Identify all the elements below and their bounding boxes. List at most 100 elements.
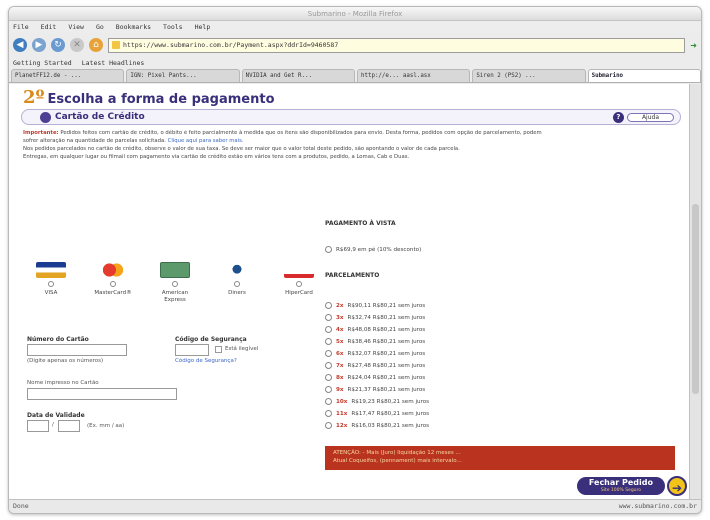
installment-option[interactable]: 3x R$32,74 R$80,21 sem juros: [325, 314, 425, 321]
lock-icon: [112, 41, 120, 49]
installment-count: 8x: [336, 374, 344, 381]
menu-bar: File Edit View Go Bookmarks Tools Help: [9, 21, 701, 33]
installment-option[interactable]: 4x R$48,08 R$80,21 sem juros: [325, 326, 425, 333]
card-option-visa[interactable]: VISA: [31, 262, 71, 304]
single-payment-text: R$69,9 em pé (10% desconto): [336, 246, 422, 253]
security-code-label: Código de Segurança: [175, 336, 247, 343]
installment-text: R$48,08 R$80,21 sem juros: [347, 326, 426, 333]
card-name-input[interactable]: [27, 388, 177, 400]
close-order-button[interactable]: Fechar Pedido Site 100% Seguro ➔: [576, 476, 687, 496]
security-code-link[interactable]: Código de Segurança?: [175, 358, 237, 364]
single-payment-option[interactable]: R$69,9 em pé (10% desconto): [325, 246, 421, 253]
expiry-label: Data de Validade: [27, 412, 85, 419]
installment-option[interactable]: 9x R$21,37 R$80,21 sem juros: [325, 386, 425, 393]
radio-visa[interactable]: [48, 281, 54, 287]
go-icon[interactable]: ➜: [690, 41, 697, 50]
expiry-hint: (Ex. mm / aa): [87, 423, 125, 429]
status-domain: www.submarino.com.br: [618, 502, 697, 510]
tab-asx[interactable]: http://e... aasl.asx: [356, 69, 471, 82]
card-option-amex[interactable]: American Express: [155, 262, 195, 304]
notes-line3: Nos pedidos parcelados no cartão de créd…: [23, 146, 460, 152]
notes-line1: Pedidos feitos com cartão de crédito, o …: [60, 130, 542, 136]
menu-bookmarks[interactable]: Bookmarks: [116, 21, 151, 33]
help-button[interactable]: ? Ajuda: [612, 112, 674, 123]
status-text: Done: [13, 502, 29, 510]
bookmark-getting-started[interactable]: Getting Started: [13, 57, 72, 69]
tab-nvidia[interactable]: NVIDIA and Get R...: [241, 69, 355, 82]
installment-count: 5x: [336, 338, 344, 345]
installment-option[interactable]: 12x R$16,03 R$80,21 sem juros: [325, 422, 429, 429]
single-payment-heading: PAGAMENTO À VISTA: [325, 220, 396, 227]
menu-tools[interactable]: Tools: [163, 21, 183, 33]
installment-radio[interactable]: [325, 350, 332, 357]
menu-edit[interactable]: Edit: [41, 21, 57, 33]
radio-mastercard[interactable]: [110, 281, 116, 287]
unreadable-checkbox[interactable]: [215, 346, 222, 353]
home-icon[interactable]: ⌂: [89, 38, 103, 52]
installment-text: R$90,11 R$80,21 sem juros: [347, 302, 426, 309]
card-option-hipercard[interactable]: HiperCard: [279, 262, 319, 304]
installment-text: R$17,47 R$80,21 sem juros: [351, 410, 430, 417]
installment-option[interactable]: 2x R$90,11 R$80,21 sem juros: [325, 302, 425, 309]
expiry-separator: /: [52, 422, 54, 428]
mastercard-logo-icon: [98, 262, 128, 278]
installment-count: 2x: [336, 302, 344, 309]
installment-count: 12x: [336, 422, 348, 429]
installment-radio[interactable]: [325, 302, 332, 309]
installment-option[interactable]: 6x R$32,07 R$80,21 sem juros: [325, 350, 425, 357]
diners-logo-icon: [222, 262, 252, 278]
installment-option[interactable]: 7x R$27,48 R$80,21 sem juros: [325, 362, 425, 369]
expiry-year-input[interactable]: [58, 420, 80, 432]
question-icon: ?: [612, 112, 624, 123]
reload-icon[interactable]: ↻: [51, 38, 65, 52]
installment-radio[interactable]: [325, 338, 332, 345]
bookmarks-bar: Getting Started Latest Headlines: [9, 57, 701, 69]
back-icon[interactable]: ◀: [13, 38, 27, 52]
installment-option[interactable]: 10x R$19,23 R$80,21 sem juros: [325, 398, 429, 405]
card-number-hint: (Digite apenas os números): [27, 358, 104, 364]
scrollbar-thumb[interactable]: [692, 204, 699, 394]
installment-count: 4x: [336, 326, 344, 333]
card-option-diners[interactable]: Diners: [217, 262, 257, 304]
tab-submarino[interactable]: Submarino: [587, 69, 701, 82]
card-number-label: Número do Cartão: [27, 336, 89, 343]
menu-view[interactable]: View: [68, 21, 84, 33]
installment-radio[interactable]: [325, 326, 332, 333]
installment-radio[interactable]: [325, 422, 332, 429]
installment-radio[interactable]: [325, 362, 332, 369]
menu-file[interactable]: File: [13, 21, 29, 33]
menu-go[interactable]: Go: [96, 21, 104, 33]
page-scrollbar[interactable]: [689, 84, 701, 499]
radio-amex[interactable]: [172, 281, 178, 287]
installment-radio[interactable]: [325, 398, 332, 405]
installment-radio[interactable]: [325, 314, 332, 321]
notes-line2: sofrer alteração na quantidade de parcel…: [23, 138, 166, 144]
browser-window: Submarino - Mozilla Firefox File Edit Vi…: [8, 6, 702, 514]
tab-siren[interactable]: Siren 2 (PS2) ...: [472, 69, 586, 82]
tab-ign[interactable]: IGN: Pixel Pants...: [126, 69, 240, 82]
radio-hipercard[interactable]: [296, 281, 302, 287]
installment-radio[interactable]: [325, 374, 332, 381]
installment-option[interactable]: 11x R$17,47 R$80,21 sem juros: [325, 410, 429, 417]
installment-option[interactable]: 5x R$38,46 R$80,21 sem juros: [325, 338, 425, 345]
card-option-mastercard[interactable]: MasterCard®: [93, 262, 133, 304]
address-bar[interactable]: https://www.submarino.com.br/Payment.asp…: [108, 37, 686, 53]
expiry-month-input[interactable]: [27, 420, 49, 432]
radio-diners[interactable]: [234, 281, 240, 287]
installment-radio[interactable]: [325, 410, 332, 417]
card-name-mastercard: MasterCard®: [94, 290, 132, 296]
installment-option[interactable]: 8x R$24,04 R$80,21 sem juros: [325, 374, 425, 381]
learn-more-link[interactable]: Clique aqui para saber mais.: [168, 138, 244, 144]
unreadable-label: Está ilegível: [225, 346, 259, 352]
menu-help[interactable]: Help: [195, 21, 211, 33]
installment-text: R$16,03 R$80,21 sem juros: [351, 422, 430, 429]
installment-radio[interactable]: [325, 386, 332, 393]
bookmark-latest-headlines[interactable]: Latest Headlines: [82, 57, 145, 69]
stop-icon[interactable]: ✕: [70, 38, 84, 52]
card-number-input[interactable]: [27, 344, 127, 356]
tab-planetff12[interactable]: PlanetFF12.de - ...: [11, 69, 125, 82]
radio-single-payment[interactable]: [325, 246, 332, 253]
security-code-input[interactable]: [175, 344, 209, 356]
card-name-amex: American Express: [161, 290, 189, 303]
forward-icon[interactable]: ▶: [32, 38, 46, 52]
